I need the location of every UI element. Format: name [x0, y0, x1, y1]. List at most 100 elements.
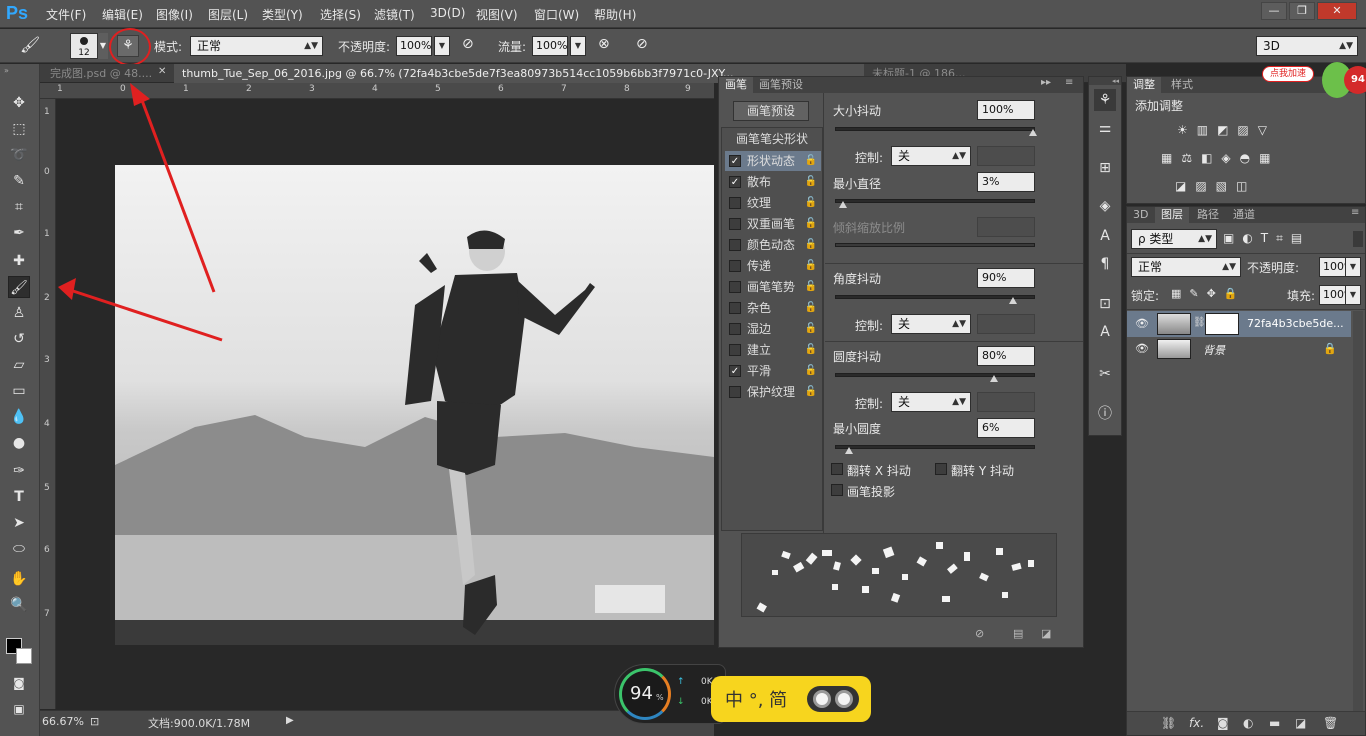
lock-icon[interactable]: 🔓 — [805, 319, 817, 339]
size-jitter-slider[interactable] — [835, 127, 1035, 131]
layer-filter-icons[interactable]: ▣◐T⌗▤ — [1223, 231, 1343, 247]
lock-icon[interactable]: 🔓 — [805, 214, 817, 234]
layer-row[interactable]: 👁 ⛓ 72fa4b3cbe5de... — [1127, 311, 1351, 337]
lock-icon[interactable]: 🔓 — [805, 382, 817, 402]
brush-setting-item[interactable]: ✓ 平滑 🔓 — [725, 361, 821, 381]
brush-setting-checkbox[interactable] — [729, 197, 741, 209]
brush-setting-checkbox[interactable] — [729, 281, 741, 293]
clone-source-icon[interactable]: ⚌ — [1094, 117, 1116, 139]
min-diameter-input[interactable]: 3% — [977, 172, 1035, 192]
eye-icon[interactable]: 👁 — [1135, 342, 1149, 355]
flip-x-checkbox[interactable] — [831, 463, 843, 475]
min-roundness-slider-thumb[interactable] — [844, 447, 853, 454]
brush-editor-icon[interactable]: ▤ — [1013, 627, 1023, 640]
brush-setting-checkbox[interactable] — [729, 386, 741, 398]
character-panel-icon[interactable]: ⊞ — [1094, 157, 1116, 179]
brush-setting-item[interactable]: 双重画笔 🔓 — [725, 214, 821, 234]
fill-dropdown-icon[interactable]: ▼ — [1345, 285, 1361, 305]
type-panel-icon[interactable]: A — [1094, 321, 1116, 343]
status-menu-arrow-icon[interactable]: ▶ — [286, 715, 294, 726]
layer-mask-thumbnail[interactable] — [1205, 313, 1239, 335]
angle-jitter-slider[interactable] — [835, 295, 1035, 299]
angle-jitter-slider-thumb[interactable] — [1009, 297, 1018, 304]
control-select[interactable]: 关 ▲▼ — [891, 392, 971, 412]
brush-setting-item[interactable]: ✓ 散布 🔓 — [725, 172, 821, 192]
lock-icon[interactable]: 🔓 — [805, 172, 817, 192]
panel-menu-icon[interactable]: ≡ — [1351, 207, 1359, 218]
size-jitter-slider-thumb[interactable] — [1029, 129, 1037, 136]
min-roundness-input[interactable]: 6% — [977, 418, 1035, 438]
lock-icon[interactable]: 🔓 — [805, 277, 817, 297]
brush-setting-checkbox[interactable]: ✓ — [729, 155, 741, 167]
brush-setting-item[interactable]: 湿边 🔓 — [725, 319, 821, 339]
layers-scrollbar[interactable] — [1353, 311, 1363, 711]
lock-icon[interactable]: 🔓 — [805, 235, 817, 255]
ime-toolbar[interactable]: 中 °, 简 — [711, 676, 871, 722]
brush-setting-item[interactable]: 建立 🔓 — [725, 340, 821, 360]
tab-adjustments[interactable]: 调整 — [1127, 77, 1161, 93]
link-layers-icon[interactable]: ⛓ — [1161, 716, 1176, 730]
lock-icon[interactable]: 🔓 — [805, 193, 817, 213]
adjustment-row-2[interactable]: ▦⚖◧◈◓▦ — [1161, 151, 1351, 167]
tab-brush[interactable]: 画笔 — [719, 77, 753, 93]
new-layer-icon[interactable]: ◪ — [1295, 716, 1306, 730]
brush-setting-checkbox[interactable]: ✓ — [729, 365, 741, 377]
lock-icon[interactable]: 🔓 — [805, 298, 817, 318]
size-jitter-input[interactable]: 100% — [977, 100, 1035, 120]
brush-setting-item[interactable]: 颜色动态 🔓 — [725, 235, 821, 255]
blend-mode-select[interactable]: 正常 ▲▼ — [1131, 257, 1241, 277]
panel-menu-icon[interactable]: ≡ — [1065, 77, 1073, 88]
control-select[interactable]: 关 ▲▼ — [891, 314, 971, 334]
tab-channels[interactable]: 通道 — [1227, 207, 1261, 223]
brush-setting-checkbox[interactable] — [729, 239, 741, 251]
roundness-jitter-slider[interactable] — [835, 373, 1035, 377]
info-icon[interactable]: ⓘ — [1094, 403, 1116, 425]
brush-setting-checkbox[interactable] — [729, 344, 741, 356]
tab-brush-presets[interactable]: 画笔预设 — [753, 77, 809, 93]
min-diameter-slider[interactable] — [835, 199, 1035, 203]
adjustment-row-1[interactable]: ☀▥◩▨▽ — [1177, 123, 1347, 139]
angle-jitter-input[interactable]: 90% — [977, 268, 1035, 288]
brush-projection-checkbox[interactable] — [831, 484, 843, 496]
network-speed-widget[interactable]: 94 % ↑ 0K/s ↓ 0K/s — [614, 664, 726, 724]
lock-icon[interactable]: 🔓 — [805, 361, 817, 381]
brush-setting-checkbox[interactable] — [729, 260, 741, 272]
roundness-jitter-slider-thumb[interactable] — [989, 375, 998, 382]
brush-setting-checkbox[interactable] — [729, 218, 741, 230]
trash-icon[interactable]: 🗑 — [1323, 716, 1338, 730]
layer-row[interactable]: 👁 背景 🔒 — [1127, 337, 1351, 361]
control-select[interactable]: 关 ▲▼ — [891, 146, 971, 166]
tab-styles[interactable]: 样式 — [1165, 77, 1199, 93]
fx-button[interactable]: fx. — [1189, 716, 1204, 730]
panel-expand-icon[interactable]: ▸▸ — [1041, 77, 1051, 88]
brush-setting-item[interactable]: 画笔笔势 🔓 — [725, 277, 821, 297]
new-brush-icon[interactable]: ◪ — [1041, 627, 1051, 640]
character-icon[interactable]: A — [1094, 225, 1116, 247]
flip-y-checkbox[interactable] — [935, 463, 947, 475]
lock-icon[interactable]: 🔓 — [805, 340, 817, 360]
add-mask-icon[interactable]: ◙ — [1217, 716, 1229, 730]
brush-setting-item[interactable]: 保护纹理 🔓 — [725, 382, 821, 402]
lock-icon[interactable]: 🔓 — [805, 256, 817, 276]
tab-3d[interactable]: 3D — [1127, 207, 1154, 223]
promo-badge[interactable]: 点我加速 94 — [1258, 62, 1366, 106]
toggle-preview-icon[interactable]: ⊘ — [975, 627, 984, 640]
brush-setting-item[interactable]: 杂色 🔓 — [725, 298, 821, 318]
brush-presets-button[interactable]: 画笔预设 — [733, 101, 809, 121]
roundness-jitter-input[interactable]: 80% — [977, 346, 1035, 366]
adjustment-row-3[interactable]: ◪▨▧◫ — [1175, 179, 1345, 195]
tab-layers[interactable]: 图层 — [1155, 207, 1189, 223]
layer-filter-select[interactable]: ρ 类型 ▲▼ — [1131, 229, 1217, 249]
tab-paths[interactable]: 路径 — [1191, 207, 1225, 223]
brush-setting-item[interactable]: 纹理 🔓 — [725, 193, 821, 213]
min-diameter-slider-thumb[interactable] — [838, 201, 847, 208]
brush-setting-checkbox[interactable] — [729, 302, 741, 314]
lock-icon[interactable]: 🔓 — [805, 151, 817, 171]
brush-setting-item[interactable]: ✓ 形状动态 🔓 — [725, 151, 821, 171]
tool-presets-icon[interactable]: ✂ — [1094, 363, 1116, 385]
new-group-icon[interactable]: ▬ — [1269, 716, 1280, 730]
styles-icon[interactable]: ⊡ — [1094, 293, 1116, 315]
brush-setting-item[interactable]: 传递 🔓 — [725, 256, 821, 276]
min-roundness-slider[interactable] — [835, 445, 1035, 449]
lock-icons[interactable]: ▦✎✥🔒 — [1171, 287, 1251, 303]
